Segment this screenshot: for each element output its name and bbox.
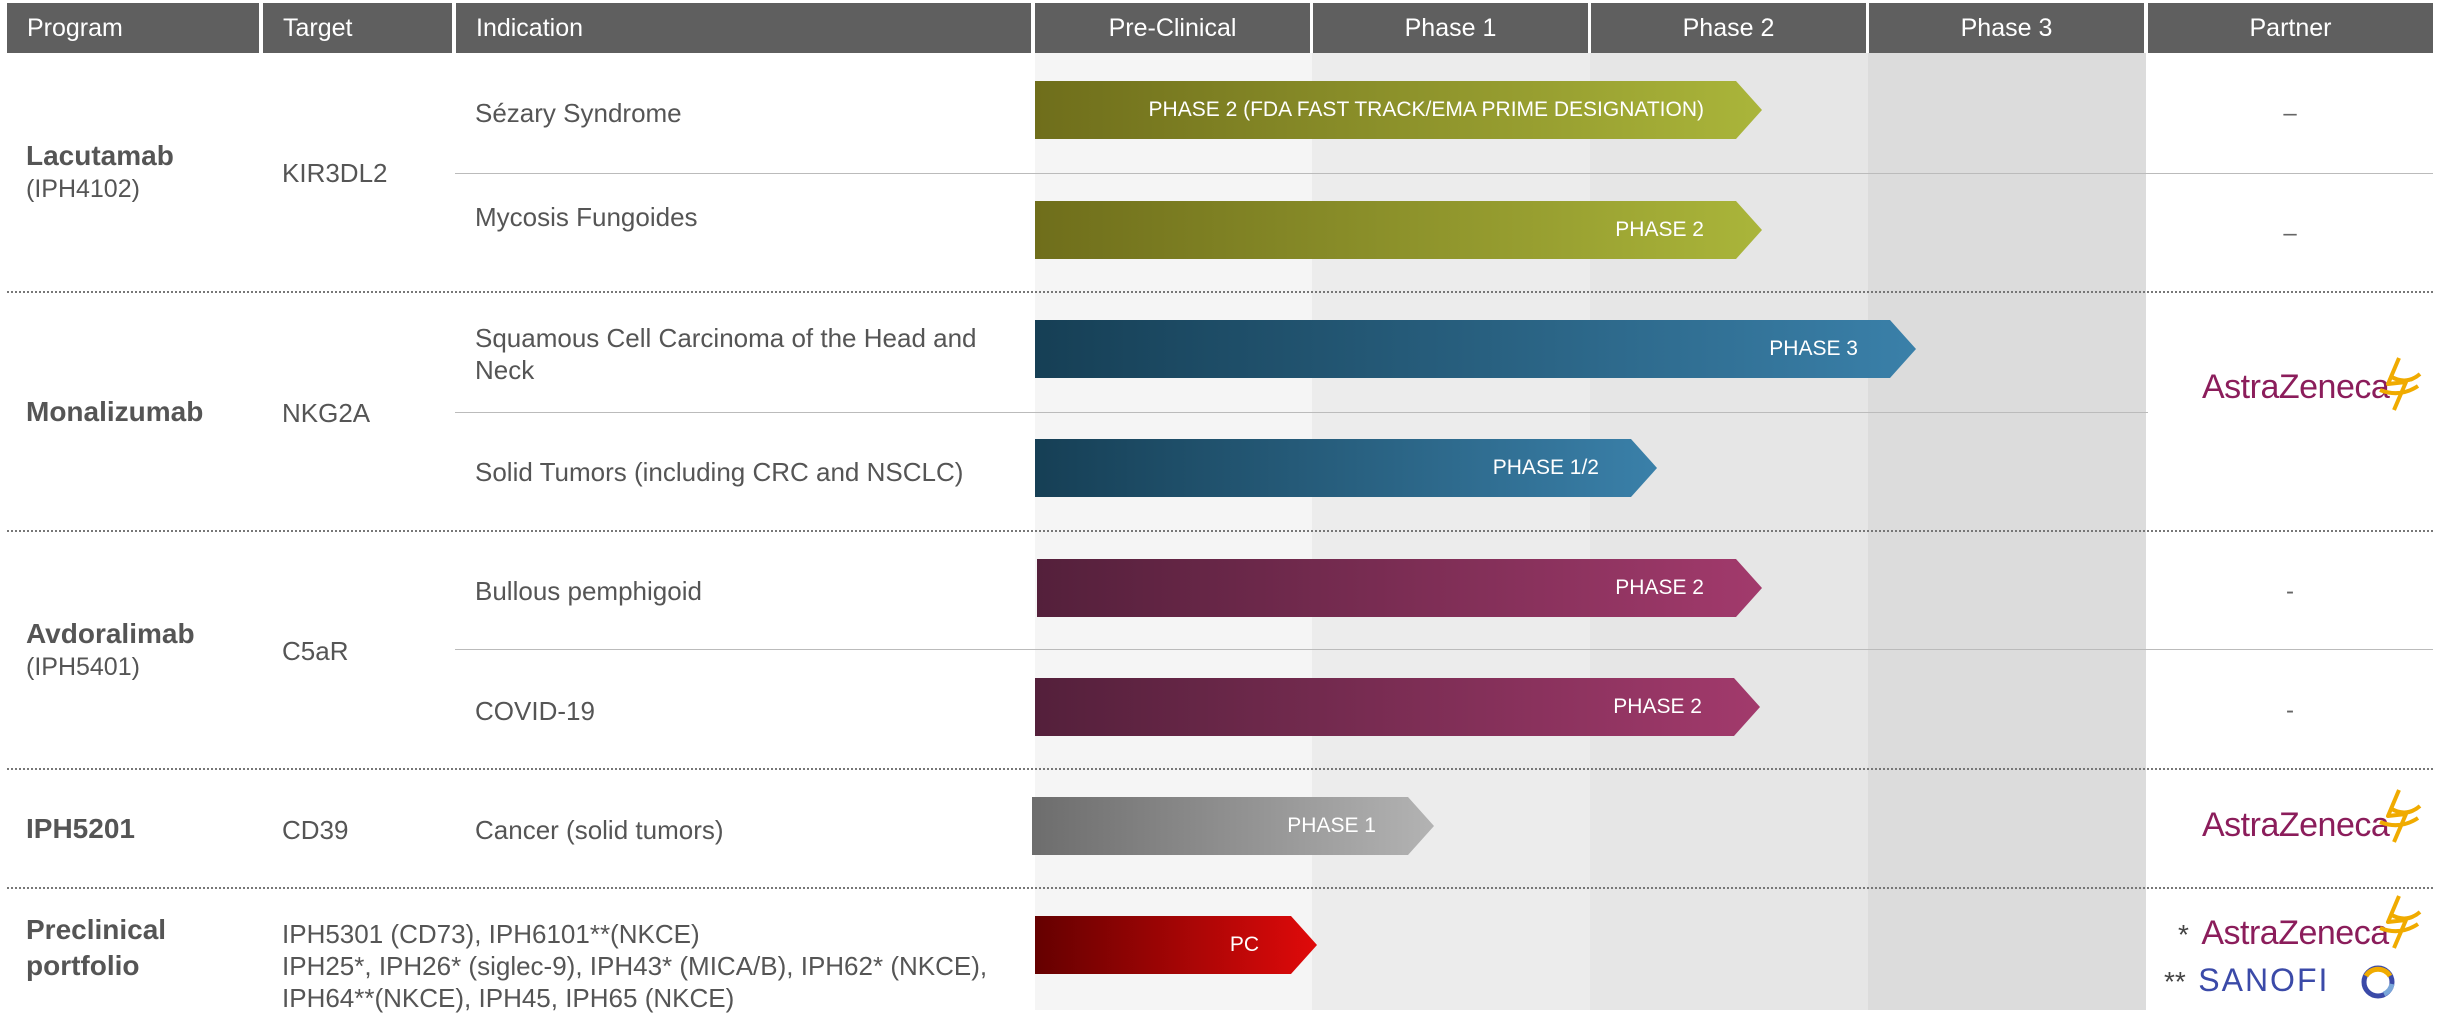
row-divider xyxy=(455,173,2433,174)
phase-bar: PC xyxy=(1035,916,1317,974)
phase-bar: PHASE 2 xyxy=(1035,678,1760,736)
program-divider xyxy=(7,768,2433,770)
program-lacutamab: Lacutamab (IPH4102) xyxy=(26,140,174,204)
phase-bar: PHASE 2 xyxy=(1035,201,1762,259)
target-list-line: IPH25*, IPH26* (siglec-9), IPH43* (MICA/… xyxy=(282,951,988,981)
phase-bar: PHASE 3 xyxy=(1035,320,1916,378)
program-name-line1: Preclinical xyxy=(26,914,167,945)
program-name-line2: portfolio xyxy=(26,950,140,981)
astrazeneca-symbol-icon xyxy=(2379,789,2422,843)
partner-astrazeneca-logo: AstraZeneca xyxy=(2202,357,2422,411)
phase-bar: PHASE 1 xyxy=(1032,797,1434,855)
program-code: (IPH5401) xyxy=(26,653,140,681)
indication-label: Bullous pemphigoid xyxy=(475,576,702,606)
astrazeneca-wordmark: AstraZeneca xyxy=(2202,368,2390,406)
target-label: CD39 xyxy=(282,815,349,845)
program-name: Avdoralimab xyxy=(26,618,195,649)
header-indication: Indication xyxy=(456,3,1031,53)
indication-label: Sézary Syndrome xyxy=(475,98,682,128)
program-monalizumab: Monalizumab xyxy=(26,396,203,428)
row-divider xyxy=(455,649,2433,650)
indication-label: Cancer (solid tumors) xyxy=(475,815,724,845)
sanofi-bird-icon xyxy=(2361,965,2395,999)
header-phase3: Phase 3 xyxy=(1869,3,2144,53)
program-code: (IPH4102) xyxy=(26,175,140,203)
header-preclinical: Pre-Clinical xyxy=(1035,3,1310,53)
partner-astrazeneca-logo: * AstraZeneca xyxy=(2178,895,2422,953)
target-list: IPH5301 (CD73), IPH6101**(NKCE) IPH25*, … xyxy=(282,918,987,1014)
program-name: Monalizumab xyxy=(26,396,204,427)
target-label: NKG2A xyxy=(282,398,371,428)
astrazeneca-wordmark: AstraZeneca xyxy=(2201,914,2389,952)
header-program: Program xyxy=(7,3,259,53)
header-phase1: Phase 1 xyxy=(1313,3,1588,53)
partner-none: – xyxy=(2283,100,2297,127)
phase-bar: PHASE 2 xyxy=(1037,559,1762,617)
partner-astrazeneca-logo: AstraZeneca xyxy=(2202,789,2422,845)
astrazeneca-wordmark: AstraZeneca xyxy=(2202,806,2390,844)
astrazeneca-symbol-icon xyxy=(2379,357,2422,411)
partner-none: – xyxy=(2283,220,2297,247)
header-target: Target xyxy=(263,3,452,53)
indication-label: COVID-19 xyxy=(475,696,595,726)
target-label: KIR3DL2 xyxy=(282,158,388,188)
program-preclinical-portfolio: Preclinical portfolio xyxy=(26,912,166,984)
program-avdoralimab: Avdoralimab (IPH5401) xyxy=(26,618,195,682)
program-name: IPH5201 xyxy=(26,813,135,844)
program-divider xyxy=(7,291,2433,293)
partner-footnote-marker: * xyxy=(2178,919,2189,950)
partner-sanofi-logo: ** SANOFI xyxy=(2164,962,2395,999)
partner-none: - xyxy=(2286,578,2294,605)
program-iph5201: IPH5201 xyxy=(26,813,135,845)
phase-bar: PHASE 2 (FDA FAST TRACK/EMA PRIME DESIGN… xyxy=(1035,81,1762,139)
row-divider xyxy=(455,412,2148,413)
target-list-line: IPH5301 (CD73), IPH6101**(NKCE) xyxy=(282,919,700,949)
header-partner: Partner xyxy=(2148,3,2433,53)
partner-none: - xyxy=(2286,697,2294,724)
indication-label: Mycosis Fungoides xyxy=(475,202,698,232)
program-name: Lacutamab xyxy=(26,140,174,171)
indication-label: Squamous Cell Carcinoma of the Head and … xyxy=(475,323,977,385)
target-list-line: IPH64**(NKCE), IPH45, IPH65 (NKCE) xyxy=(282,983,735,1013)
program-divider xyxy=(7,530,2433,532)
astrazeneca-symbol-icon xyxy=(2379,895,2422,949)
phase-bar: PHASE 1/2 xyxy=(1035,439,1657,497)
partner-footnote-marker: ** xyxy=(2164,966,2186,997)
header-phase2: Phase 2 xyxy=(1591,3,1866,53)
indication-label: Solid Tumors (including CRC and NSCLC) xyxy=(475,457,964,487)
program-divider xyxy=(7,887,2433,889)
target-label: C5aR xyxy=(282,636,349,666)
sanofi-wordmark: SANOFI xyxy=(2198,962,2330,998)
